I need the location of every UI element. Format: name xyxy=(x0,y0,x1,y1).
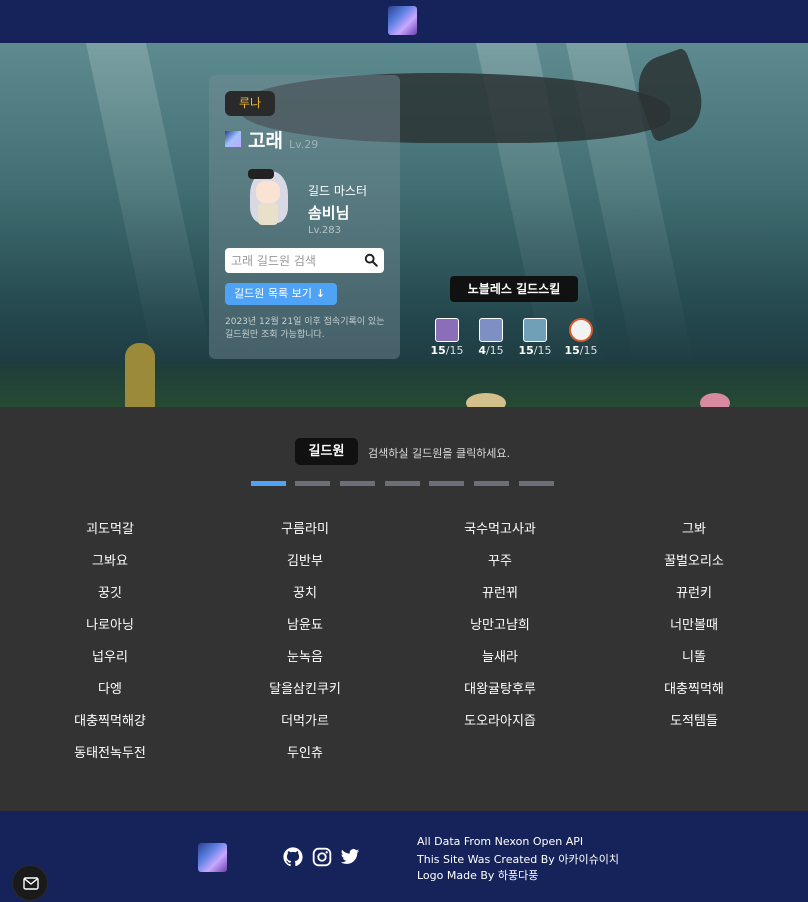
credit-data-source: All Data From Nexon Open API xyxy=(417,835,584,848)
guild-name: 고래 xyxy=(248,130,283,152)
member-name[interactable]: 눈녹음 xyxy=(225,646,385,665)
member-name[interactable]: 낭만고냠희 xyxy=(420,614,580,633)
footer xyxy=(0,811,808,902)
guild-skill-4[interactable]: 15/15 xyxy=(561,318,601,357)
member-name[interactable]: 뀨런뀌 xyxy=(420,582,580,601)
skill-icon xyxy=(435,318,459,342)
guild-level: Lv.29 xyxy=(289,138,319,151)
skill-current-level: 15 xyxy=(564,344,580,357)
contact-mail-button[interactable] xyxy=(12,865,48,901)
member-name[interactable]: 국수먹고사과 xyxy=(420,518,580,537)
member-name[interactable]: 두인츄 xyxy=(225,742,385,761)
member-name[interactable]: 도적템들 xyxy=(614,710,774,729)
eel-decoration xyxy=(125,343,155,407)
skill-max-level: /15 xyxy=(485,344,504,357)
tab-members[interactable]: 길드원 xyxy=(295,438,358,465)
guild-skill-3[interactable]: 15/15 xyxy=(515,318,555,357)
skill-icon xyxy=(523,318,547,342)
view-members-label: 길드원 목록 보기 xyxy=(234,287,312,300)
credit-site-creator: This Site Was Created By 아카이슈이치 xyxy=(417,853,620,866)
guild-logo-icon[interactable] xyxy=(388,6,417,35)
arrow-down-icon: ↓ xyxy=(315,287,326,300)
member-name[interactable]: 그봐 xyxy=(614,518,774,537)
member-name[interactable]: 괴도먹갈 xyxy=(30,518,190,537)
member-name[interactable]: 꿀벌오리소 xyxy=(614,550,774,569)
member-search-input[interactable] xyxy=(231,248,361,273)
github-icon[interactable] xyxy=(283,847,303,867)
member-name[interactable]: 대충찍먹해 xyxy=(614,678,774,697)
guild-mark-icon xyxy=(225,131,241,147)
page-indicator-2[interactable] xyxy=(295,481,330,486)
member-name[interactable]: 대충찍먹해걍 xyxy=(30,710,190,729)
member-name[interactable]: 도오라아지즙 xyxy=(420,710,580,729)
instagram-icon[interactable] xyxy=(312,847,332,867)
page-indicator-7[interactable] xyxy=(519,481,554,486)
page-indicator-5[interactable] xyxy=(429,481,464,486)
world-badge: 루나 xyxy=(225,91,275,116)
member-name[interactable]: 뀨런키 xyxy=(614,582,774,601)
member-name[interactable]: 니똘 xyxy=(614,646,774,665)
member-name[interactable]: 꿍치 xyxy=(225,582,385,601)
guild-skills-title: 노블레스 길드스킬 xyxy=(450,276,578,302)
guild-skill-2[interactable]: 4/15 xyxy=(471,318,511,357)
master-level: Lv.283 xyxy=(308,225,341,236)
view-members-button[interactable]: 길드원 목록 보기 ↓ xyxy=(225,283,337,305)
skill-icon xyxy=(479,318,503,342)
member-name[interactable]: 남윤됴 xyxy=(225,614,385,633)
coral-decoration xyxy=(700,393,730,407)
member-name[interactable]: 넙우리 xyxy=(30,646,190,665)
page-indicator-1[interactable] xyxy=(251,481,286,486)
members-hint: 검색하실 길드원을 클릭하세요. xyxy=(368,447,511,460)
member-name[interactable]: 그봐요 xyxy=(30,550,190,569)
skill-icon xyxy=(569,318,593,342)
twitter-icon[interactable] xyxy=(340,847,360,867)
member-name[interactable]: 늘새라 xyxy=(420,646,580,665)
member-name[interactable]: 달을삼킨쿠키 xyxy=(225,678,385,697)
hero-banner xyxy=(0,43,808,407)
master-name: 솜비님 xyxy=(308,204,350,222)
member-name[interactable]: 나로아닝 xyxy=(30,614,190,633)
member-name[interactable]: 구름라미 xyxy=(225,518,385,537)
guild-master-avatar xyxy=(240,167,294,231)
guild-skill-1[interactable]: 15/15 xyxy=(427,318,467,357)
member-name[interactable]: 다엥 xyxy=(30,678,190,697)
access-note: 2023년 12월 21일 이후 접속기록이 있는 길드원만 조회 가능합니다. xyxy=(225,317,385,340)
member-name[interactable]: 꿍깃 xyxy=(30,582,190,601)
page-indicator-3[interactable] xyxy=(340,481,375,486)
light-ray xyxy=(85,43,215,363)
member-name[interactable]: 너만볼때 xyxy=(614,614,774,633)
skill-current-level: 15 xyxy=(430,344,446,357)
footer-logo-icon[interactable] xyxy=(198,843,227,872)
seabed xyxy=(0,363,808,407)
member-name[interactable]: 김반부 xyxy=(225,550,385,569)
skill-max-level: /15 xyxy=(579,344,598,357)
member-name[interactable]: 동태전녹두전 xyxy=(30,742,190,761)
skill-current-level: 4 xyxy=(478,344,486,357)
page-indicator-6[interactable] xyxy=(474,481,509,486)
member-name[interactable]: 대왕귤탕후루 xyxy=(420,678,580,697)
master-label: 길드 마스터 xyxy=(308,184,368,198)
skill-max-level: /15 xyxy=(533,344,552,357)
skill-max-level: /15 xyxy=(445,344,464,357)
coral-decoration xyxy=(466,393,506,407)
credit-logo-maker: Logo Made By 하풍다풍 xyxy=(417,869,539,882)
member-name[interactable]: 더먹가르 xyxy=(225,710,385,729)
mail-icon xyxy=(23,877,39,890)
page-indicator-4[interactable] xyxy=(385,481,420,486)
header xyxy=(0,0,808,43)
member-search xyxy=(225,248,384,273)
search-icon[interactable] xyxy=(364,253,378,267)
member-name[interactable]: 꾸주 xyxy=(420,550,580,569)
skill-current-level: 15 xyxy=(518,344,534,357)
